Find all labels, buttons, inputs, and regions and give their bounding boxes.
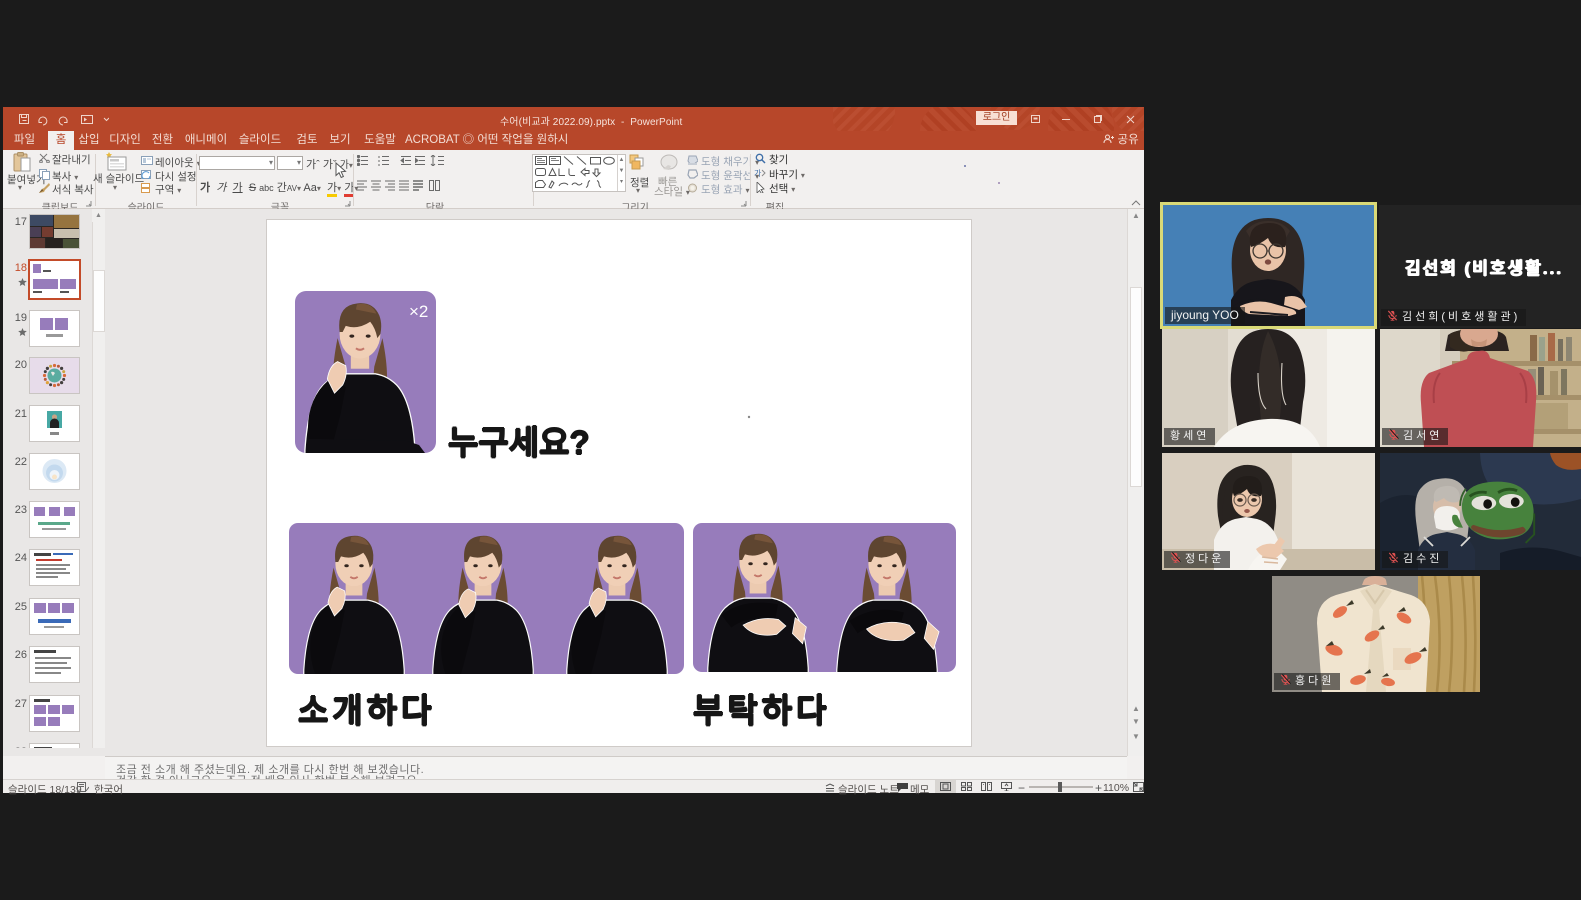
svg-text:×2: ×2 [409, 302, 428, 321]
svg-text:가: 가 [754, 169, 762, 178]
